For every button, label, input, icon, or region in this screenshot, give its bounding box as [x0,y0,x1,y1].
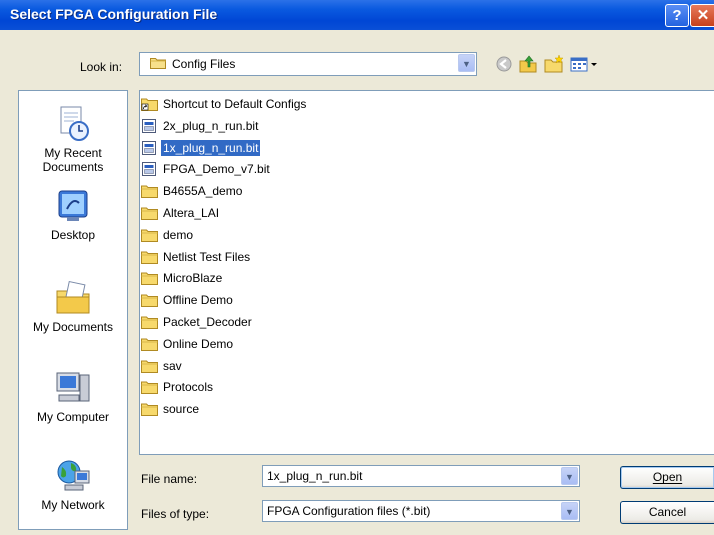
file-type-value: FPGA Configuration files (*.bit) [267,504,431,518]
place-label-my-computer: My Computer [36,410,110,424]
bit-file-icon [141,118,158,133]
file-type-label: Files of type: [141,507,210,521]
file-name: 1x_plug_n_run.bit [159,138,262,157]
file-name: B4655A_demo [163,184,243,199]
new-folder-icon[interactable] [544,54,564,73]
recent-documents-icon [53,105,93,143]
open-button-label: Open [652,470,683,484]
file-name: Online Demo [163,336,234,351]
place-label-recent: My Recent Documents [42,146,104,174]
my-documents-icon [53,279,93,317]
place-my-computer[interactable]: My Computer [19,369,127,424]
bit-file-icon [141,140,158,155]
file-name: Netlist Test Files [163,249,251,264]
file-name: source [163,402,200,417]
place-my-network[interactable]: My Network [19,457,127,512]
look-in-label: Look in: [80,60,123,74]
look-in-dropdown[interactable]: Config Files ▼ [139,52,477,76]
file-name: FPGA_Demo_v7.bit [163,162,270,177]
file-name: Packet_Decoder [163,315,252,329]
title-bar[interactable]: Select FPGA Configuration File ? ✕ [0,0,714,30]
place-my-documents[interactable]: My Documents [19,279,127,334]
place-label-desktop: Desktop [50,228,96,242]
close-button[interactable]: ✕ [690,4,714,27]
back-icon[interactable] [494,55,514,73]
look-in-value: Config Files [172,57,236,71]
place-recent-documents[interactable]: My Recent Documents [19,105,127,174]
folder-icon [141,315,158,329]
folder-icon [141,271,158,286]
file-name: demo [163,227,194,242]
file-name: Altera_LAI [163,206,220,220]
folder-icon [141,184,158,199]
file-name-label: File name: [141,472,198,486]
bit-file-icon [141,162,158,177]
cancel-button[interactable]: Cancel [620,501,714,524]
folder-icon [150,58,166,69]
file-name: Offline Demo [163,293,233,308]
file-name: Shortcut to Default Configs [163,97,307,111]
window-title: Select FPGA Configuration File [10,6,218,22]
folder-icon [141,402,158,417]
file-name: sav [163,358,182,373]
folder-icon [141,380,158,395]
file-type-select[interactable]: FPGA Configuration files (*.bit) ▼ [262,500,580,522]
file-name: MicroBlaze [163,271,223,286]
file-name-value: 1x_plug_n_run.bit [267,469,363,483]
place-label-my-documents: My Documents [32,320,114,334]
folder-icon [141,206,158,220]
folder-icon [141,250,158,264]
open-button[interactable]: Open [620,466,714,489]
places-bar: My Recent Documents Desktop My Documents… [18,90,128,530]
file-name: 2x_plug_n_run.bit [163,118,259,133]
folder-icon [141,228,158,242]
chevron-down-icon[interactable]: ▼ [458,54,475,72]
file-name-input[interactable]: 1x_plug_n_run.bit ▼ [262,465,580,487]
shortcut-icon [141,97,158,111]
chevron-down-icon[interactable]: ▼ [561,467,578,485]
help-button[interactable]: ? [665,4,689,27]
folder-icon [141,359,158,373]
file-list[interactable]: Shortcut to Default Configs 2x_plug_n_run… [139,90,714,455]
desktop-icon [53,187,93,225]
place-label-my-network: My Network [41,498,105,512]
folder-icon [141,337,158,351]
chevron-down-icon[interactable]: ▼ [561,502,578,520]
my-computer-icon [53,369,93,407]
place-desktop[interactable]: Desktop [19,187,127,242]
views-menu-icon[interactable] [570,55,600,73]
my-network-icon [53,457,93,495]
folder-icon [141,293,158,308]
up-folder-icon[interactable] [518,55,538,73]
file-name: Protocols [163,380,214,395]
